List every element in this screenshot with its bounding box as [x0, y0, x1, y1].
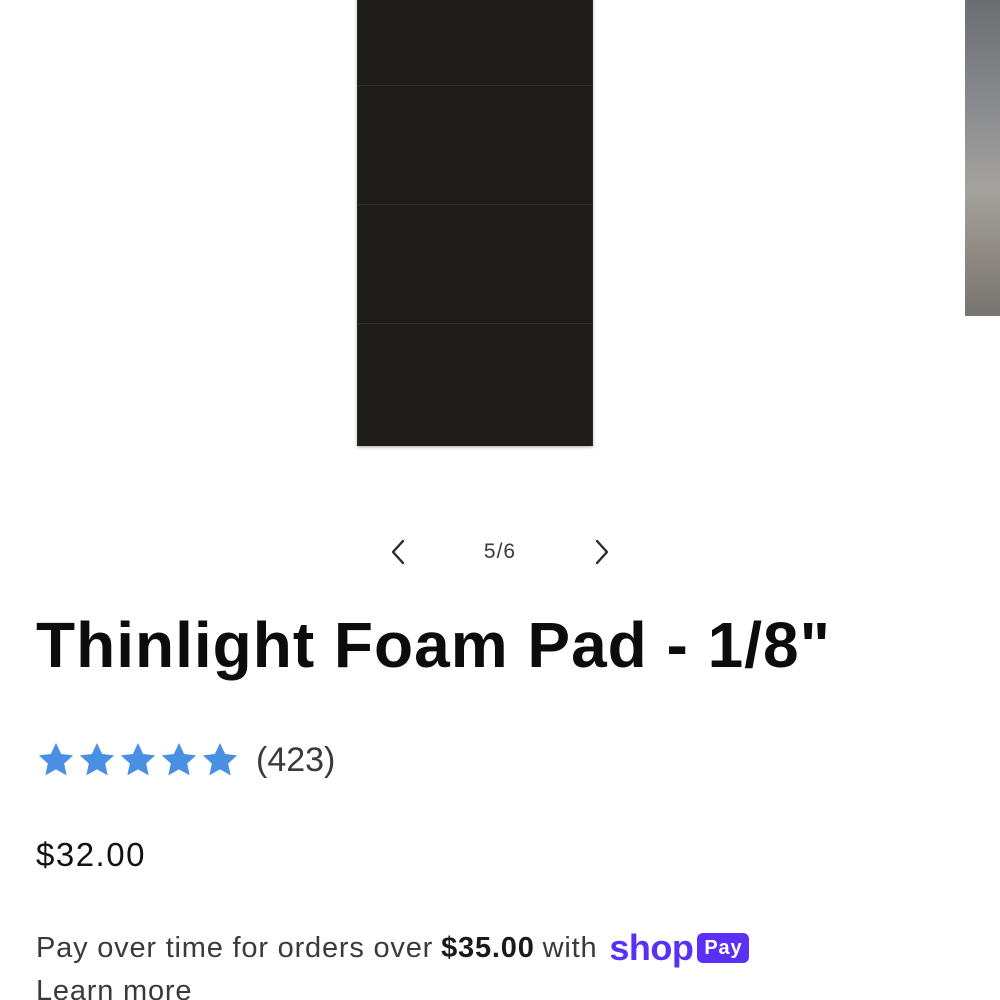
- star-icon: [202, 743, 238, 776]
- installments-with: with: [542, 931, 598, 964]
- star-icon: [120, 743, 156, 776]
- learn-more-link[interactable]: Learn more: [36, 975, 192, 1000]
- star-icon: [79, 743, 115, 776]
- product-title: Thinlight Foam Pad - 1/8": [36, 609, 831, 681]
- previous-slide-button[interactable]: [384, 538, 412, 566]
- product-rating[interactable]: (423): [36, 740, 335, 780]
- rating-stars: [36, 740, 240, 780]
- chevron-right-icon: [595, 539, 609, 565]
- pad-fold-line: [358, 203, 592, 205]
- pad-fold-line: [358, 84, 592, 86]
- product-image-gallery[interactable]: [0, 0, 1000, 520]
- product-page: 5/6 Thinlight Foam Pad - 1/8" (423) $32.…: [0, 0, 1000, 1000]
- installments-threshold: $35.00: [441, 931, 535, 964]
- star-icon: [161, 743, 197, 776]
- slider-navigation: 5/6: [0, 530, 1000, 574]
- chevron-left-icon: [391, 539, 405, 565]
- next-image-peek[interactable]: [965, 0, 1000, 316]
- shop-logo: shop: [609, 927, 694, 968]
- shop-pay-badge: Pay: [697, 933, 750, 963]
- slide-counter: 5/6: [483, 540, 517, 563]
- product-price: $32.00: [36, 836, 146, 873]
- next-slide-button[interactable]: [588, 538, 616, 566]
- installments-text: Pay over time for orders over: [36, 931, 434, 964]
- shop-pay-installments: Pay over time for orders over $35.00 wit…: [36, 927, 750, 968]
- pad-fold-line: [358, 322, 592, 324]
- review-count: (423): [256, 740, 336, 779]
- product-image-foam-pad: [357, 0, 593, 446]
- star-icon: [38, 743, 74, 776]
